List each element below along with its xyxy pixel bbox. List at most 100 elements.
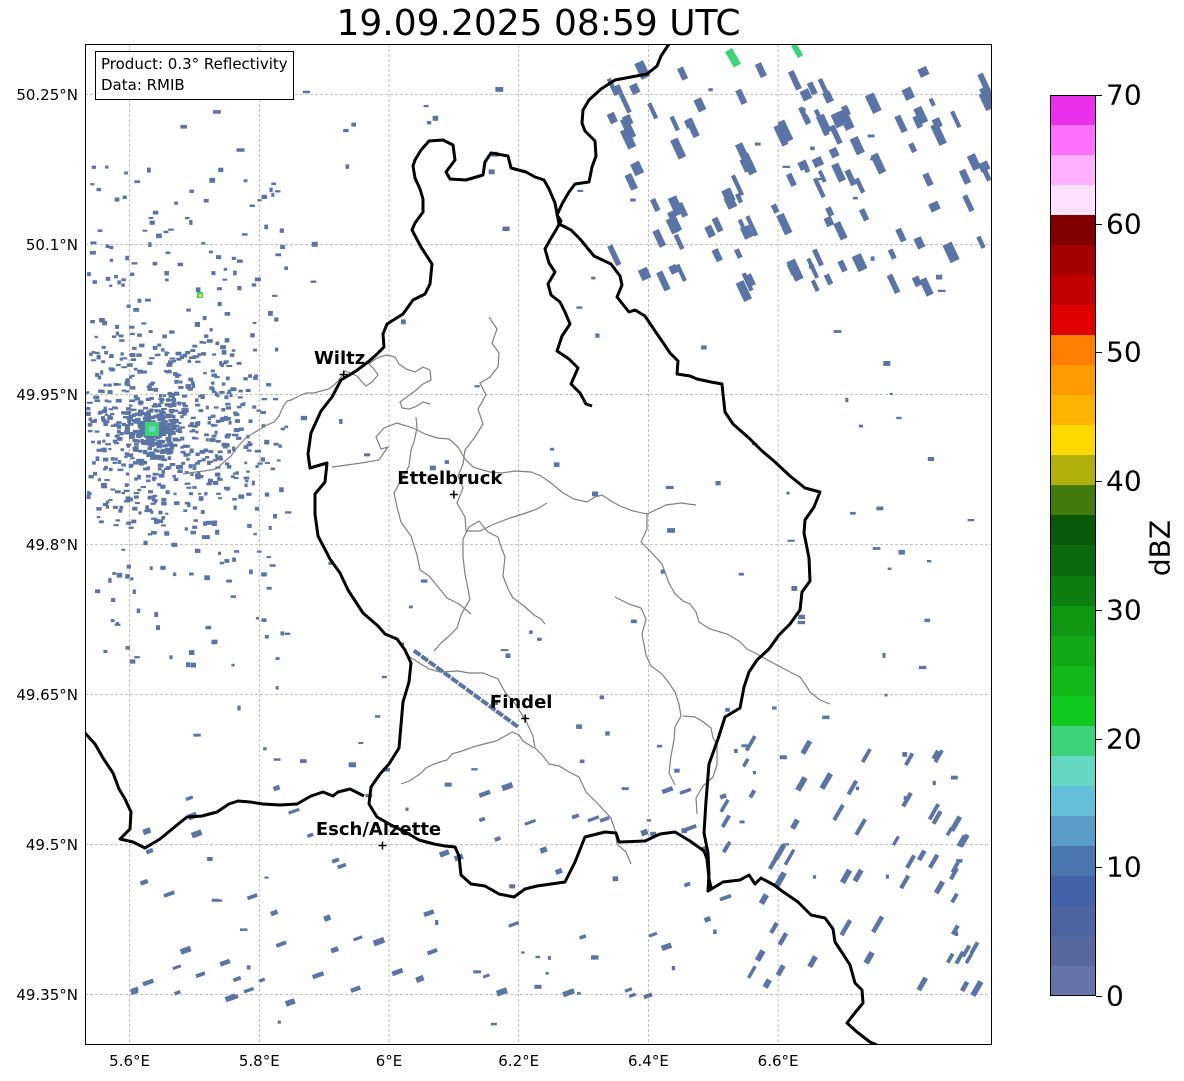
echo-pixel	[408, 605, 413, 609]
echo-pixel	[524, 818, 537, 826]
echo-pixel	[679, 787, 692, 795]
echo-pixel	[272, 397, 279, 401]
echo-pixel	[746, 965, 757, 979]
echo-pixel	[800, 739, 813, 755]
echo-pixel	[161, 416, 166, 420]
echo-pixel	[158, 473, 165, 478]
lat-tick-label: 49.35°N	[16, 985, 78, 1004]
echo-pixel	[97, 229, 103, 233]
echo-pixel	[677, 66, 689, 81]
colorbar-tick-label: 60	[1106, 207, 1142, 241]
echo-pixel	[268, 525, 272, 530]
echo-pixel	[161, 501, 167, 506]
echo-pixel	[125, 379, 130, 383]
echo-pixel	[219, 391, 225, 394]
echo-pixel	[192, 344, 198, 348]
echo-pixel	[224, 434, 230, 439]
echo-pixel	[832, 803, 845, 822]
echo-pixel	[87, 423, 93, 427]
echo-pixel	[101, 486, 108, 489]
echo-pixel	[950, 924, 960, 936]
echo-pixel	[212, 520, 218, 524]
echo-pixel	[117, 280, 121, 285]
echo-pixel	[161, 515, 166, 520]
echo-pixel	[667, 528, 676, 533]
echo-pixel	[103, 406, 107, 410]
echo-pixel	[137, 298, 142, 303]
echo-pixel	[660, 942, 673, 952]
echo-pixel	[172, 398, 177, 402]
echo-pixel	[185, 216, 190, 220]
echo-pixel	[950, 892, 959, 904]
echo-pixel	[300, 759, 307, 763]
echo-pixel	[180, 450, 186, 454]
echo-pixel	[352, 935, 363, 942]
echo-pixel	[247, 441, 251, 444]
echo-pixel	[192, 525, 198, 529]
echo-pixel	[233, 477, 239, 480]
echo-pixel	[219, 958, 231, 967]
echo-pixel	[704, 224, 716, 239]
colorbar-segment	[1050, 395, 1096, 426]
echo-pixel	[739, 820, 745, 824]
echo-pixel	[201, 535, 210, 540]
echo-pixel	[754, 949, 766, 963]
echo-pixel	[139, 878, 149, 886]
echo-pixel	[279, 228, 284, 233]
echo-pixel	[221, 382, 226, 386]
echo-pixel	[157, 463, 164, 468]
echo-pixel	[505, 653, 511, 659]
echo-pixel	[195, 287, 201, 293]
echo-pixel	[94, 335, 98, 339]
echo-pixel	[146, 385, 152, 389]
echo-pixel	[148, 436, 153, 440]
echo-pixel	[889, 392, 893, 396]
echo-pixel	[331, 857, 340, 864]
colorbar-segment	[1050, 305, 1096, 336]
echo-pixel	[117, 424, 121, 429]
city-label: Ettelbruck	[397, 467, 503, 489]
echo-pixel	[124, 430, 130, 435]
echo-pixel	[155, 625, 161, 631]
colorbar-tick	[1096, 609, 1102, 611]
echo-pixel	[128, 404, 133, 407]
echo-pixel	[165, 251, 171, 254]
echo-pixel	[87, 429, 93, 433]
echo-pixel	[253, 532, 257, 536]
echo-pixel	[205, 438, 209, 442]
echo-pixel	[115, 398, 122, 403]
echo-pixel	[216, 492, 221, 495]
echo-pixel	[208, 250, 214, 254]
echo-pixel	[136, 608, 141, 614]
radar-map[interactable]	[85, 44, 992, 1045]
echo-pixel	[114, 457, 118, 461]
echo-pixel	[154, 612, 159, 618]
colorbar-segment	[1050, 275, 1096, 306]
echo-pixel	[88, 417, 93, 422]
colorbar-segment	[1050, 815, 1096, 846]
echo-pixel	[817, 169, 827, 183]
echo-pixel	[643, 992, 653, 1000]
echo-pixel	[330, 946, 340, 954]
echo-pixel	[198, 492, 202, 495]
echo-pixel	[189, 492, 193, 496]
echo-pixel	[195, 476, 201, 480]
echo-pixel	[213, 406, 219, 409]
echo-pixel	[127, 419, 132, 424]
echo-pixel	[206, 482, 212, 486]
echo-pixel	[288, 807, 300, 815]
city-label: Wiltz	[313, 347, 366, 369]
echo-pixel	[96, 516, 101, 519]
echo-pixel	[93, 395, 100, 400]
echo-pixel	[257, 199, 262, 202]
echo-pixel	[649, 198, 661, 212]
echo-pixel	[797, 621, 806, 625]
echo-pixel	[204, 433, 209, 437]
echo-pixel	[823, 215, 835, 228]
echo-pixel	[149, 220, 155, 225]
colorbar-segment	[1050, 485, 1096, 516]
echo-pixel	[115, 325, 120, 329]
echo-pixel	[966, 153, 982, 172]
echo-pixel	[553, 462, 560, 468]
echo-pixel	[348, 762, 357, 768]
